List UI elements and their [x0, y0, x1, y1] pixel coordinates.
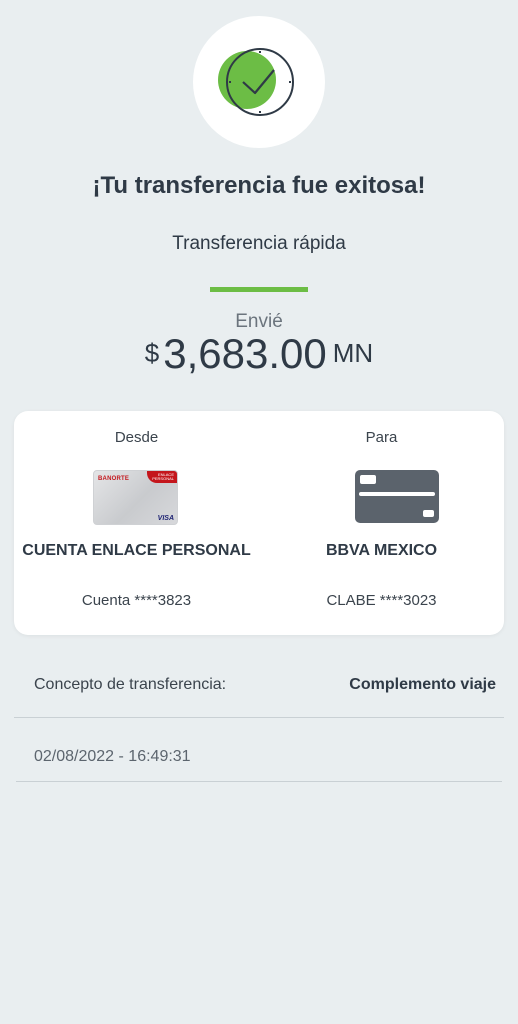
concept-value: Complemento viaje [349, 676, 496, 693]
bank-logo: BANORTE [98, 476, 130, 482]
success-badge [193, 16, 325, 148]
card-corner-mark [423, 510, 434, 517]
destination-bank-name: BBVA MEXICO [325, 542, 438, 559]
success-title: ¡Tu transferencia fue exitosa! [92, 172, 426, 199]
origin-account-name: CUENTA ENLACE PERSONAL [22, 542, 251, 559]
currency-symbol: $ [144, 338, 160, 368]
transfer-type: Transferencia rápida [172, 233, 346, 254]
check-clock-icon [218, 48, 294, 116]
origin-account: Desde BANORTE ENLACE PERSONAL VISA CUENT… [14, 411, 259, 635]
origin-account-number: Cuenta ****3823 [81, 592, 192, 609]
card-tag: ENLACE PERSONAL [152, 472, 174, 481]
card-stripe [359, 492, 435, 496]
to-label: Para [365, 429, 398, 446]
credit-card-icon [355, 470, 439, 523]
debit-card-image: BANORTE ENLACE PERSONAL VISA [93, 470, 178, 525]
destination-account: Para BBVA MEXICO CLABE ****3023 [259, 411, 504, 635]
amount-display: $3,683.00 MN [0, 330, 518, 378]
amount-value: 3,683.00 [163, 330, 327, 377]
transfer-datetime: 02/08/2022 - 16:49:31 [34, 748, 191, 765]
concept-row: Concepto de transferencia: Complemento v… [14, 650, 504, 718]
currency-unit: MN [332, 338, 374, 368]
from-label: Desde [114, 429, 159, 446]
destination-clabe: CLABE ****3023 [326, 592, 437, 609]
transfer-details-card: Desde BANORTE ENLACE PERSONAL VISA CUENT… [14, 411, 504, 635]
datetime-row: 02/08/2022 - 16:49:31 [16, 718, 502, 782]
concept-label: Concepto de transferencia: [34, 676, 227, 693]
card-chip [360, 475, 376, 484]
accent-divider [210, 287, 308, 292]
visa-logo: VISA [157, 515, 174, 522]
